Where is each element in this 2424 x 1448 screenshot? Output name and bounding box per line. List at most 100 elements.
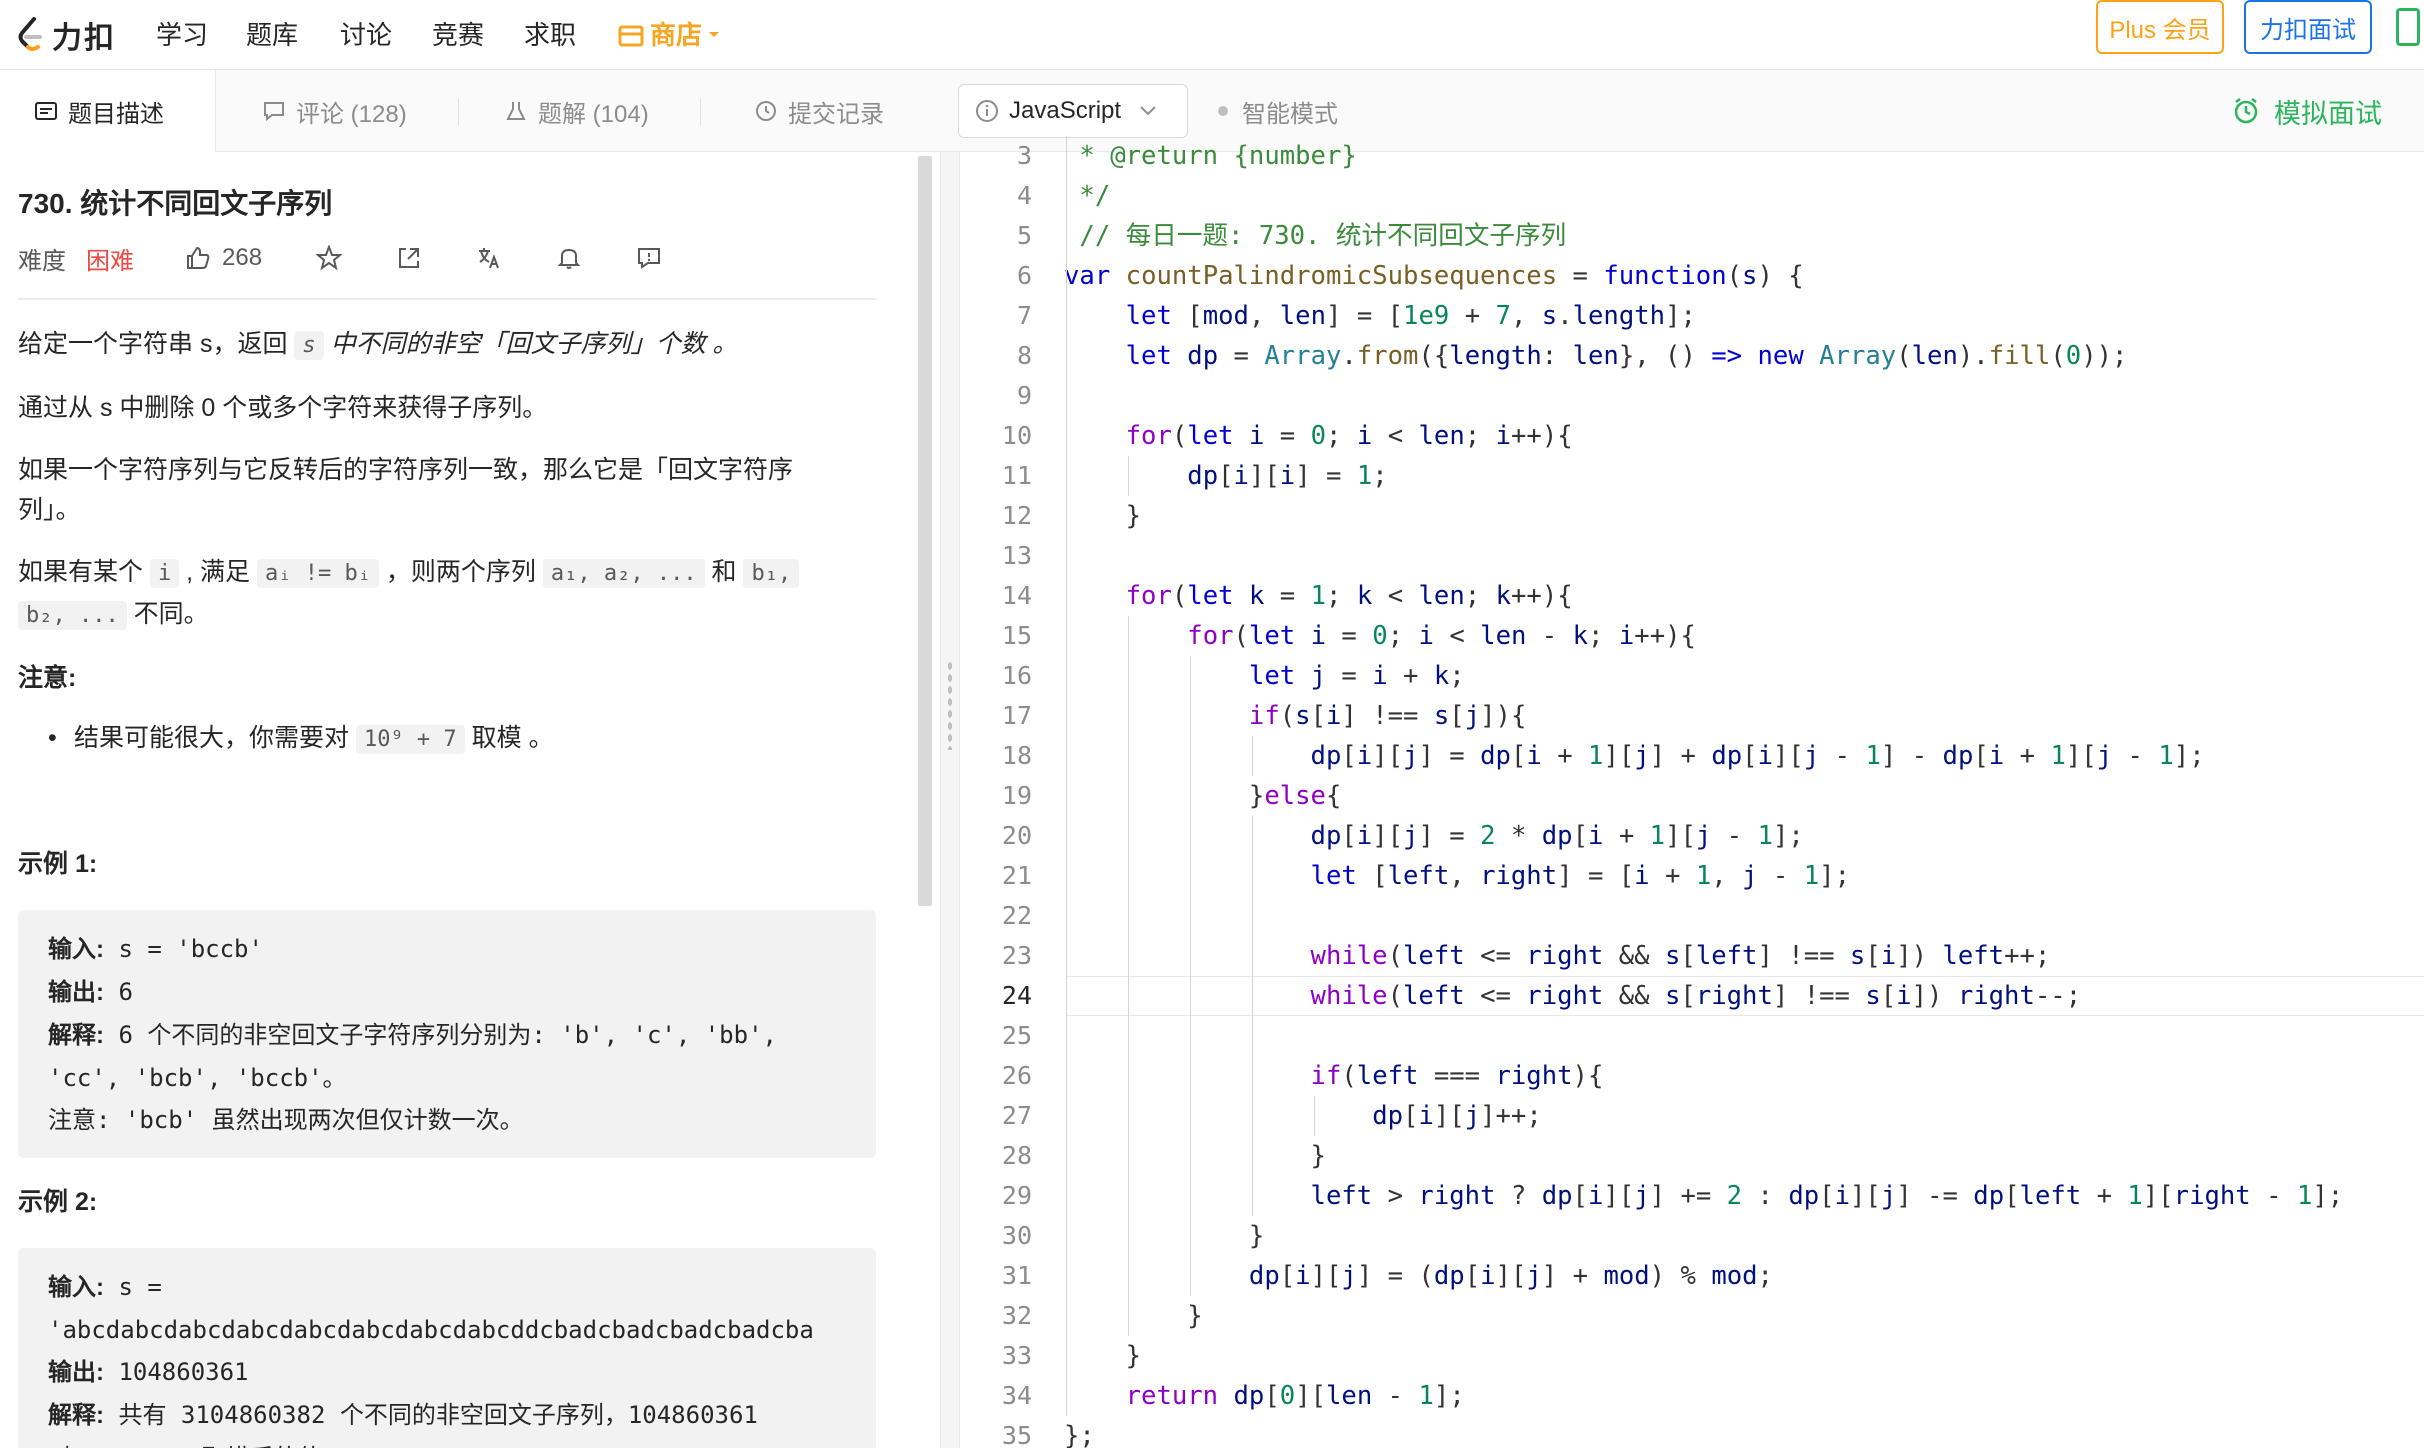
code-line[interactable]: dp[i][j] = 2 * dp[i + 1][j - 1]; — [1064, 816, 1804, 856]
code-line[interactable]: for(let i = 0; i < len; i++){ — [1064, 416, 1573, 456]
code-line[interactable]: } — [1064, 1336, 1141, 1376]
nav-jobs[interactable]: 求职 — [524, 12, 576, 58]
like-button[interactable]: 268 — [184, 244, 262, 272]
code-line[interactable]: if(s[i] !== s[j]){ — [1064, 696, 1526, 736]
line-number: 30 — [1001, 1221, 1032, 1250]
tab-description[interactable]: 题目描述 — [0, 70, 216, 152]
tab-solutions[interactable]: 题解 (104) — [504, 70, 649, 152]
code-line[interactable]: let j = i + k; — [1064, 656, 1465, 696]
indent-guide — [1314, 1096, 1315, 1136]
example-note: 注意: 'bcb' 虽然出现两次但仅计数一次。 — [48, 1106, 524, 1134]
code-line[interactable]: } — [1064, 1216, 1264, 1256]
problem-description-panel: 730. 统计不同回文子序列 难度 困难 268 给定一个字符串 s，返回 s … — [0, 152, 940, 1448]
code-line[interactable]: dp[i][i] = 1; — [1064, 456, 1387, 496]
code-line[interactable]: }else{ — [1064, 776, 1342, 816]
code-line[interactable]: let [left, right] = [i + 1, j - 1]; — [1064, 856, 1850, 896]
line-number: 14 — [1001, 581, 1032, 610]
clock-icon — [756, 101, 776, 121]
tab-comments[interactable]: 评论 (128) — [262, 70, 407, 152]
share-icon[interactable] — [396, 245, 422, 271]
interview-button[interactable]: 力扣面试 — [2244, 0, 2372, 54]
line-number: 23 — [1001, 941, 1032, 970]
star-icon[interactable] — [316, 245, 343, 271]
text: 列」。 — [18, 496, 81, 524]
line-number: 13 — [1001, 541, 1032, 570]
line-number: 21 — [1001, 861, 1032, 890]
code-line[interactable]: } — [1064, 1296, 1202, 1336]
code-line[interactable]: var countPalindromicSubsequences = funct… — [1064, 256, 1804, 296]
tab-submissions[interactable]: 提交记录 — [754, 70, 884, 152]
smart-mode-toggle[interactable]: 智能模式 — [1218, 84, 1338, 138]
plus-member-button[interactable]: Plus 会员 — [2096, 0, 2224, 54]
nav-learn[interactable]: 学习 — [156, 12, 208, 58]
example-2-title: 示例 2: — [18, 1188, 98, 1216]
code-line[interactable]: return dp[0][len - 1]; — [1064, 1376, 1465, 1416]
text: 和 — [704, 558, 744, 586]
nav-discuss[interactable]: 讨论 — [340, 12, 392, 58]
language-select[interactable]: JavaScript — [958, 84, 1188, 138]
code-line[interactable]: } — [1064, 1136, 1326, 1176]
description-paragraph: 通过从 s 中删除 0 个或多个字符来获得子序列。 — [18, 394, 548, 422]
code-line[interactable]: let [mod, len] = [1e9 + 7, s.length]; — [1064, 296, 1696, 336]
language-select-value: JavaScript — [1009, 97, 1122, 124]
line-number: 35 — [1001, 1421, 1032, 1448]
text: 取模 。 — [464, 724, 554, 752]
code-line[interactable]: */ — [1064, 176, 1110, 216]
nav-store-label: 商店 — [650, 20, 703, 50]
splitter-handle[interactable] — [947, 660, 953, 750]
top-nav: 力扣 学习 题库 讨论 竞赛 求职 商店 Plus 会员 力扣面试 — [0, 0, 2424, 70]
code-line[interactable]: while(left <= right && s[left] !== s[i])… — [1064, 936, 2051, 976]
code-line[interactable]: dp[i][j]++; — [1064, 1096, 1542, 1136]
phone-icon[interactable] — [2396, 8, 2420, 46]
line-number: 26 — [1001, 1061, 1032, 1090]
difficulty-label: 难度 — [18, 247, 66, 275]
example-explanation-cont: 对 10⁹ + 7 取模后的值。 — [48, 1437, 846, 1448]
line-number: 7 — [1016, 301, 1032, 330]
code-line[interactable]: for(let i = 0; i < len - k; i++){ — [1064, 616, 1696, 656]
example-input-cont: 'abcdabcdabcdabcdabcdabcdabcdabcddcbadcb… — [48, 1316, 814, 1344]
line-number: 10 — [1001, 421, 1032, 450]
indent-guide — [1190, 656, 1191, 1296]
feedback-icon[interactable] — [636, 245, 662, 271]
example-explanation: 解释: 6 个不同的非空回文子字符序列分别为: 'b', 'c', 'bb', — [48, 1014, 846, 1057]
divider — [18, 298, 876, 300]
line-number: 12 — [1001, 501, 1032, 530]
code-line[interactable]: dp[i][j] = dp[i + 1][j] + dp[i][j - 1] -… — [1064, 736, 2205, 776]
code-line[interactable]: let dp = Array.from({length: len}, () =>… — [1064, 336, 2128, 376]
tab-solutions-label: 题解 (104) — [538, 100, 649, 128]
nav-store[interactable]: 商店 — [618, 12, 720, 58]
code-line[interactable]: * @return {number} — [1064, 136, 1356, 176]
nav-contest[interactable]: 竞赛 — [432, 12, 484, 58]
indent-guide — [1252, 816, 1253, 1216]
code-line[interactable]: // 每日一题: 730. 统计不同回文子序列 — [1064, 216, 1566, 256]
code-line[interactable]: if(left === right){ — [1064, 1056, 1604, 1096]
text: 结果可能很大，你需要对 — [74, 724, 356, 752]
text: , 满足 — [179, 558, 257, 586]
line-number: 20 — [1001, 821, 1032, 850]
inline-code: b₁, — [743, 559, 800, 588]
code-line[interactable]: while(left <= right && s[right] !== s[i]… — [1064, 976, 2082, 1016]
code-line[interactable]: left > right ? dp[i][j] += 2 : dp[i][j] … — [1064, 1176, 2344, 1216]
nav-problems[interactable]: 题库 — [246, 12, 298, 58]
line-number: 28 — [1001, 1141, 1032, 1170]
panel-splitter[interactable] — [940, 152, 960, 1448]
example-input: 输入: s = 'bccb' — [48, 928, 846, 971]
code-line[interactable]: for(let k = 1; k < len; k++){ — [1064, 576, 1573, 616]
logo[interactable]: 力扣 — [14, 10, 116, 60]
label: 输入: — [48, 1274, 104, 1301]
flask-icon — [506, 102, 526, 120]
mock-interview-button[interactable]: 模拟面试 — [2232, 84, 2382, 138]
value: 6 — [104, 978, 133, 1006]
line-number: 31 — [1001, 1261, 1032, 1290]
code-line[interactable]: }; — [1064, 1416, 1095, 1448]
chevron-down-icon — [709, 32, 720, 37]
value: s = 'bccb' — [104, 935, 263, 963]
code-line[interactable]: } — [1064, 496, 1141, 536]
scrollbar-thumb[interactable] — [918, 156, 932, 906]
code-line[interactable]: dp[i][j] = (dp[i][j] + mod) % mod; — [1064, 1256, 1773, 1296]
translate-icon[interactable] — [476, 245, 502, 271]
line-number: 27 — [1001, 1101, 1032, 1130]
line-number: 9 — [1016, 381, 1032, 410]
line-number: 17 — [1001, 701, 1032, 730]
bell-icon[interactable] — [556, 245, 582, 271]
